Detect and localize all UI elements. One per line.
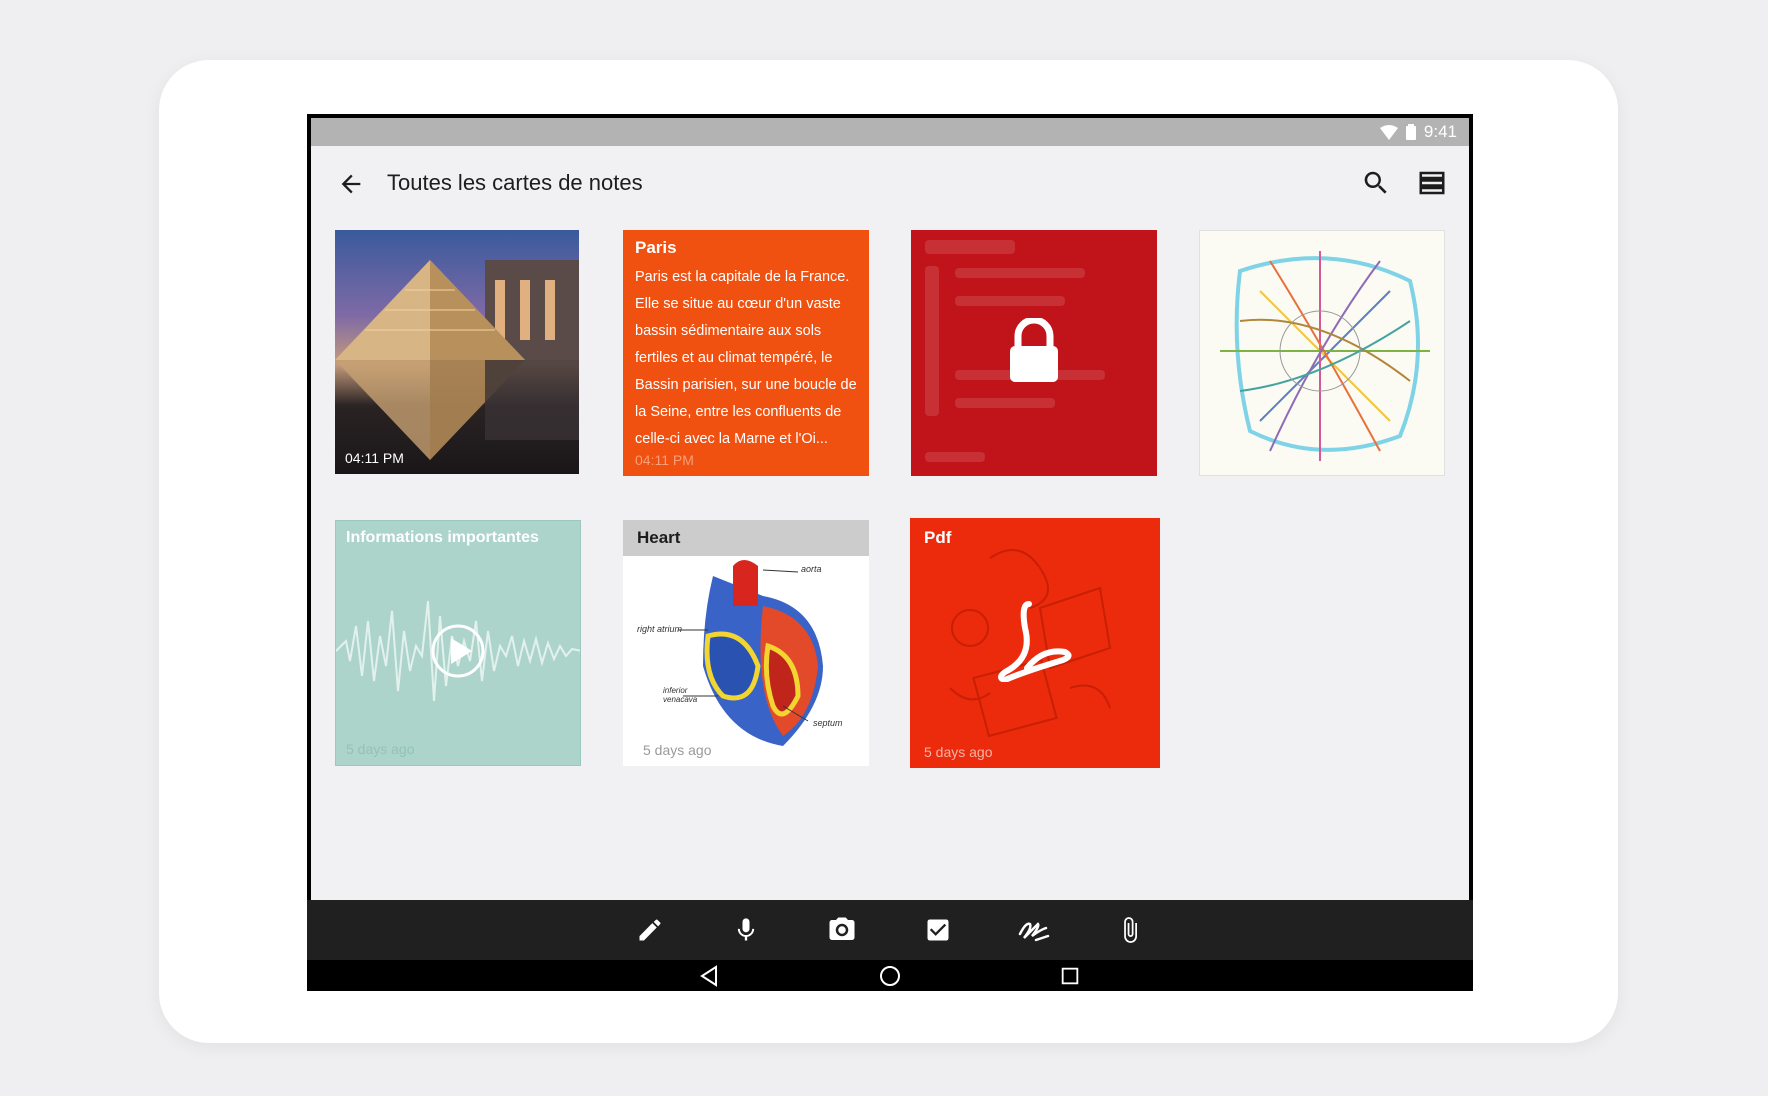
back-triangle-icon (700, 964, 717, 987)
blurred-text (925, 240, 1015, 254)
new-ink-note-button[interactable] (1018, 914, 1050, 946)
blurred-text (925, 452, 985, 462)
pdf-icon (998, 601, 1072, 682)
app-toolbar: Toutes les cartes de notes (311, 146, 1469, 220)
status-time: 9:41 (1423, 122, 1457, 141)
page-title: Toutes les cartes de notes (387, 170, 643, 195)
new-text-note-button[interactable] (634, 914, 666, 946)
blurred-text (955, 268, 1085, 278)
nav-recents-button[interactable] (1055, 961, 1085, 991)
new-list-note-button[interactable] (922, 914, 954, 946)
nav-back-button[interactable] (695, 961, 725, 991)
nav-home-button[interactable] (875, 961, 905, 991)
arrow-left-icon (341, 174, 361, 194)
note-tools-bar (307, 900, 1473, 960)
search-icon (1364, 171, 1387, 194)
blurred-text (925, 266, 939, 416)
status-bar: 9:41 (311, 118, 1469, 146)
blurred-text (955, 296, 1065, 306)
text-note-card-paris[interactable]: Paris Paris est la capitale de la France… (623, 230, 869, 476)
paperclip-icon (1124, 917, 1137, 943)
card-timestamp: 5 days ago (346, 741, 415, 757)
diagram-label: inferior venacava (663, 686, 698, 704)
handwriting-icon (1018, 922, 1050, 942)
heart-diagram-image (678, 560, 823, 746)
back-button[interactable] (337, 170, 365, 198)
play-icon[interactable] (430, 623, 486, 679)
new-audio-note-button[interactable] (730, 914, 762, 946)
home-circle-icon (880, 965, 900, 986)
list-view-icon (1419, 171, 1445, 195)
search-button[interactable] (1361, 168, 1391, 198)
microphone-icon (737, 918, 755, 941)
notes-app: Toutes les cartes de notes 04:11 PM Pari… (311, 146, 1469, 900)
card-title: Heart (637, 528, 681, 547)
diagram-label: right atrium (637, 624, 683, 634)
locked-note-card[interactable] (911, 230, 1157, 476)
photo-note-card[interactable]: 04:11 PM (335, 230, 579, 474)
lock-icon (1010, 318, 1058, 382)
camera-icon (829, 917, 855, 940)
android-navigation-bar (307, 960, 1473, 991)
view-toggle-button[interactable] (1417, 168, 1447, 198)
audio-note-card[interactable]: Informations importantes 5 days ago (335, 520, 581, 766)
diagram-label: aorta (801, 564, 822, 574)
wifi-icon (1379, 124, 1398, 140)
card-timestamp: 5 days ago (643, 742, 712, 758)
pdf-note-card[interactable]: Pdf 5 days ago (910, 518, 1160, 768)
diagram-label: septum (813, 718, 843, 728)
sketch-note-card-heart[interactable]: Heart aorta right atrium inferior venaca… (623, 520, 869, 766)
battery-icon (1405, 124, 1416, 140)
louvre-pyramid-image (335, 260, 579, 460)
recents-square-icon (1061, 967, 1079, 984)
device-screen: 9:41 Toutes les cartes de notes 04:11 PM… (307, 114, 1473, 991)
card-timestamp: 04:11 PM (345, 450, 404, 466)
card-timestamp: 5 days ago (924, 744, 993, 760)
new-photo-note-button[interactable] (826, 914, 858, 946)
card-timestamp: 04:11 PM (635, 452, 694, 468)
card-body-text: Paris est la capitale de la France. Elle… (635, 269, 857, 447)
map-note-card[interactable] (1199, 230, 1445, 476)
metro-map-image (1220, 251, 1430, 461)
blurred-text (955, 398, 1055, 408)
new-attachment-note-button[interactable] (1114, 914, 1146, 946)
pencil-icon (639, 919, 661, 941)
card-title: Paris (635, 238, 677, 257)
checkbox-icon (927, 919, 949, 941)
